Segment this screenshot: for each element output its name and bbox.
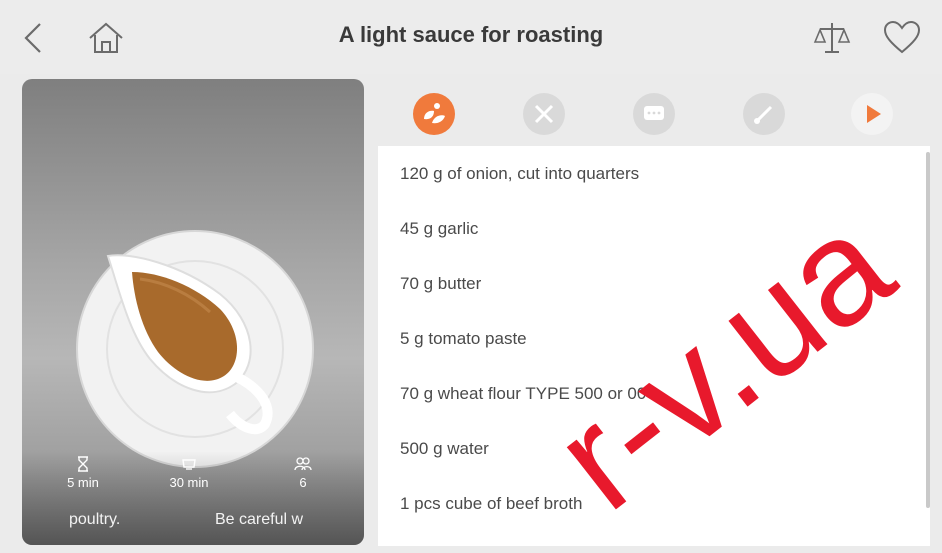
recipe-tabs	[378, 85, 930, 143]
tag-text: Be careful w	[215, 511, 304, 528]
servings: 6	[268, 455, 338, 490]
cook-time-value: 30 min	[169, 475, 209, 490]
tab-comments[interactable]	[633, 93, 675, 135]
scale-button[interactable]	[812, 18, 852, 58]
prep-time: 5 min	[48, 455, 118, 490]
scale-icon	[813, 23, 851, 53]
utensils-icon	[523, 93, 565, 135]
list-item: 70 g wheat flour TYPE 500 or 00	[400, 384, 647, 403]
tag-text: poultry.	[69, 511, 121, 528]
servings-value: 6	[299, 475, 307, 490]
cook-time: 30 min	[154, 455, 224, 490]
page-title: A light sauce for roasting	[338, 22, 604, 47]
sauce-boat-image	[76, 230, 314, 468]
comment-icon	[633, 93, 675, 135]
list-item: 45 g garlic	[400, 219, 479, 238]
list-item: 70 g butter	[400, 274, 482, 293]
ingredients-icon	[413, 93, 455, 135]
prep-time-value: 5 min	[67, 475, 99, 490]
brush-icon	[743, 93, 785, 135]
hourglass-icon	[78, 456, 88, 472]
heart-icon	[883, 20, 921, 54]
play-icon	[851, 93, 893, 135]
recipe-meta-bar: 5 min 30 min 6 poultry. Be careful w	[22, 451, 364, 545]
recipe-image-panel: 5 min 30 min 6 poultry. Be careful w	[22, 79, 364, 545]
top-bar: A light sauce for roasting	[0, 0, 942, 74]
tab-utensils[interactable]	[523, 93, 565, 135]
tab-tips[interactable]	[743, 93, 785, 135]
start-cooking-button[interactable]	[851, 93, 893, 135]
list-item: 5 g tomato paste	[400, 329, 527, 348]
pot-icon	[182, 459, 196, 470]
list-item: 120 g of onion, cut into quarters	[400, 164, 640, 183]
list-item: 500 g water	[400, 439, 489, 458]
scrollbar[interactable]	[926, 152, 930, 508]
tab-ingredients[interactable]	[413, 93, 455, 135]
people-icon	[294, 457, 312, 471]
list-item: 1 pcs cube of beef broth	[400, 494, 583, 513]
favorite-button[interactable]	[882, 18, 922, 58]
ingredient-list[interactable]: 120 g of onion, cut into quarters 45 g g…	[378, 146, 930, 546]
